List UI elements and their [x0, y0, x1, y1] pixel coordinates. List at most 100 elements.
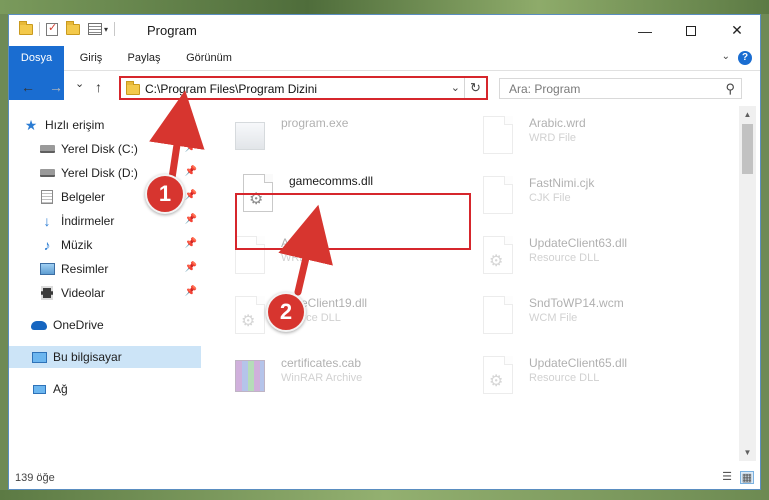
file-name: FastNimi.cjk	[529, 176, 595, 190]
help-icon[interactable]: ?	[738, 51, 752, 65]
exe-icon	[235, 116, 269, 158]
music-icon: ♪	[43, 237, 51, 253]
desktop-background	[0, 0, 769, 14]
sidebar-item-music[interactable]: ♪ Müzik 📌	[39, 234, 201, 256]
documents-icon	[39, 190, 55, 204]
vertical-scrollbar[interactable]: ▲ ▼	[739, 106, 756, 461]
search-icon[interactable]: ⚲	[725, 81, 735, 97]
maximize-button[interactable]	[668, 15, 714, 46]
sidebar-item-network[interactable]: Ağ	[31, 378, 201, 400]
sidebar-item-label: İndirmeler	[61, 214, 115, 228]
minimize-button[interactable]: —	[622, 15, 668, 46]
ribbon-tabs: Dosya Giriş Paylaş Görünüm ⌄ ?	[9, 46, 760, 100]
file-icon	[483, 116, 517, 158]
file-icon	[483, 176, 517, 218]
file-item-sndtowp14-wcm[interactable]: SndToWP14.wcm WCM File	[471, 288, 711, 342]
cloud-icon	[31, 318, 47, 332]
file-item-certificates-cab[interactable]: certificates.cab WinRAR Archive	[223, 348, 463, 402]
file-name: certificates.cab	[281, 356, 362, 370]
file-item-updateclient65-dll[interactable]: ⚙ UpdateClient65.dll Resource DLL	[471, 348, 711, 402]
videos-icon	[39, 286, 55, 300]
tab-view[interactable]: Görünüm	[179, 46, 239, 71]
sidebar-item-downloads[interactable]: ↓ İndirmeler 📌	[39, 210, 201, 232]
close-button[interactable]: ✕	[714, 15, 760, 46]
file-item-fastnimi-cjk[interactable]: FastNimi.cjk CJK File	[471, 168, 711, 222]
details-view-icon[interactable]: ☰	[720, 471, 734, 484]
sidebar-item-label: OneDrive	[53, 318, 104, 332]
dll-gear-icon: ⚙	[483, 236, 517, 278]
sidebar-item-onedrive[interactable]: OneDrive	[31, 314, 201, 336]
pin-icon[interactable]: 📌	[185, 262, 197, 273]
quick-access-toolbar: ▾	[19, 20, 121, 36]
scroll-down-icon[interactable]: ▼	[739, 444, 756, 461]
properties-check-icon[interactable]	[46, 21, 58, 36]
file-item-updateclient63-dll[interactable]: ⚙ UpdateClient63.dll Resource DLL	[471, 228, 711, 282]
address-bar[interactable]: C:\Program Files\Program Dizini ⌄ ↻	[119, 76, 488, 100]
file-name: SndToWP14.wcm	[529, 296, 624, 310]
pin-icon[interactable]: 📌	[185, 286, 197, 297]
sidebar-item-label: Belgeler	[61, 190, 106, 204]
cab-icon	[235, 356, 269, 398]
step2-badge: 2	[266, 292, 306, 332]
maximize-icon	[686, 25, 696, 36]
file-type: WRD File	[281, 252, 329, 264]
sidebar-item-label: Yerel Disk (D:)	[61, 166, 138, 180]
folder-icon	[126, 81, 140, 95]
sidebar-item-this-pc[interactable]: Bu bilgisayar	[9, 346, 201, 368]
file-explorer-window: ▾ Program — ✕ Dosya Giriş Paylaş Görünüm…	[8, 14, 761, 490]
expand-ribbon-icon[interactable]: ⌄	[722, 51, 730, 62]
back-button[interactable]: ←	[21, 79, 35, 95]
file-name: UpdateClient63.dll	[529, 236, 628, 250]
chevron-down-icon[interactable]: ⌄	[451, 81, 460, 94]
file-name: UpdateClient65.dll	[529, 356, 628, 370]
item-count: 139 öğe	[15, 472, 55, 484]
window-title: Program	[147, 23, 197, 38]
pin-icon[interactable]: 📌	[185, 166, 197, 177]
up-button[interactable]: ↑	[95, 79, 102, 95]
sidebar-item-local-disk-c[interactable]: Yerel Disk (C:) 📌	[39, 138, 201, 160]
toolbar-divider	[39, 22, 40, 36]
tab-share[interactable]: Paylaş	[122, 46, 166, 71]
pin-icon[interactable]: 📌	[185, 190, 197, 201]
refresh-button[interactable]: ↻	[464, 78, 486, 98]
file-type: CJK File	[529, 192, 571, 204]
sidebar-item-pictures[interactable]: Resimler 📌	[39, 258, 201, 280]
file-type: WinRAR Archive	[281, 372, 363, 384]
toolbar-divider	[114, 22, 116, 36]
file-name: program.exe	[281, 116, 349, 130]
folder-icon	[19, 20, 33, 35]
drive-icon	[39, 166, 55, 180]
pin-icon[interactable]: 📌	[185, 142, 197, 153]
file-type: Resource DLL	[529, 252, 600, 264]
new-folder-icon[interactable]	[66, 20, 80, 35]
search-input[interactable]: Ara: Program ⚲	[499, 78, 742, 99]
sidebar-item-videos[interactable]: Videolar 📌	[39, 282, 201, 304]
scroll-up-icon[interactable]: ▲	[739, 106, 756, 123]
forward-button[interactable]: →	[49, 79, 63, 95]
download-icon: ↓	[43, 213, 51, 229]
title-bar: ▾ Program — ✕	[9, 15, 760, 46]
dll-gear-icon: ⚙	[235, 296, 269, 338]
sidebar-item-quick-access[interactable]: ★ Hızlı erişim	[23, 114, 215, 136]
star-icon: ★	[24, 116, 38, 133]
file-highlight-box	[235, 193, 471, 250]
tab-home[interactable]: Giriş	[71, 46, 111, 71]
sidebar-item-label: Müzik	[61, 238, 93, 252]
view-options-icon[interactable]	[88, 23, 102, 35]
sidebar-item-label: Hızlı erişim	[45, 118, 105, 132]
pictures-icon	[39, 262, 55, 276]
status-bar: 139 öğe ☰ ▦	[9, 467, 760, 489]
file-name: gamecomms.dll	[289, 174, 374, 188]
scrollbar-thumb[interactable]	[742, 124, 753, 174]
file-item-arabic-wrd[interactable]: Arabic.wrd WRD File	[471, 108, 711, 162]
file-item-updateclient19-dll[interactable]: ⚙ ...ateClient19.dll ...ource DLL	[223, 288, 463, 342]
pin-icon[interactable]: 📌	[185, 214, 197, 225]
file-item-program-exe[interactable]: program.exe	[223, 108, 463, 162]
desktop-background-bottom	[0, 490, 769, 500]
pin-icon[interactable]: 📌	[185, 238, 197, 249]
chevron-down-icon[interactable]: ▾	[104, 25, 108, 34]
sidebar-item-label: Ağ	[53, 382, 68, 396]
large-icons-view-icon[interactable]: ▦	[740, 471, 754, 484]
address-path[interactable]: C:\Program Files\Program Dizini	[145, 82, 317, 96]
recent-locations-button[interactable]: ⌄	[75, 77, 84, 90]
